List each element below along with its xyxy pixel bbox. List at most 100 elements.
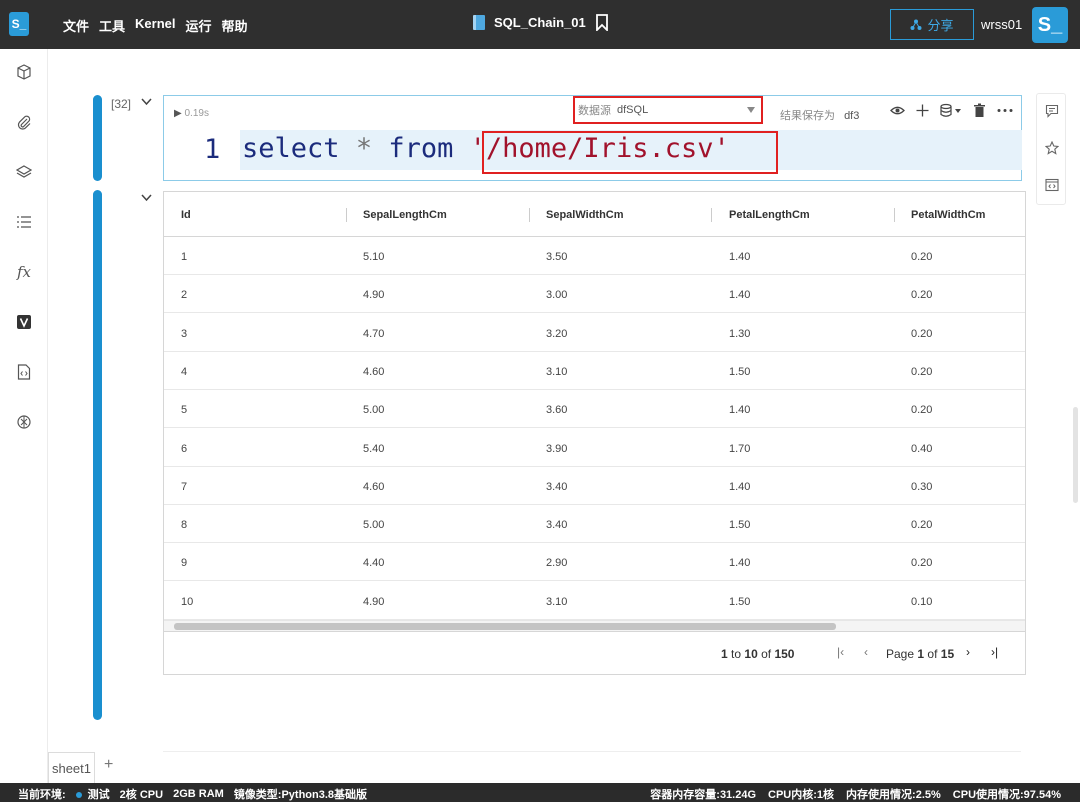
table-cell: 1.40 [729, 289, 751, 302]
save-result-as[interactable]: 结果保存为 df3 [780, 107, 859, 123]
table-cell: 1 [181, 251, 188, 263]
cell-focus-bar[interactable] [93, 95, 102, 181]
app-logo[interactable]: S_ [9, 12, 29, 36]
table-row[interactable]: 2 4.90 3.00 1.40 0.20 [164, 275, 1025, 314]
table-row[interactable]: 8 5.00 3.40 1.50 0.20 [164, 505, 1025, 544]
env-value-area[interactable]: 测试 [75, 786, 110, 802]
result-table: Id SepalLengthCm SepalWidthCm PetalLengt… [163, 191, 1026, 675]
range-of-text: of [761, 647, 772, 661]
collapse-input-chevron-icon[interactable] [141, 95, 152, 109]
menu-tools[interactable]: 工具 [99, 16, 125, 35]
left-sidebar: fx [0, 49, 48, 783]
eye-icon[interactable] [890, 103, 905, 118]
delete-icon[interactable] [973, 103, 986, 118]
output-focus-bar[interactable] [93, 190, 102, 720]
column-header[interactable]: SepalLengthCm [363, 209, 447, 221]
table-row[interactable]: 7 4.60 3.40 1.40 0.30 [164, 467, 1025, 505]
table-cell: 3 [181, 327, 188, 340]
v-icon[interactable] [14, 312, 34, 332]
function-icon[interactable]: fx [14, 262, 34, 282]
column-header[interactable]: PetalWidthCm [911, 209, 985, 221]
add-sheet-button[interactable]: + [104, 756, 113, 774]
line-number: 1 [204, 134, 221, 165]
column-header[interactable]: SepalWidthCm [546, 209, 624, 221]
memory-usage: 内存使用情况:2.5% [846, 789, 941, 801]
column-header[interactable]: Id [181, 209, 191, 221]
horizontal-scrollbar[interactable] [164, 620, 1025, 631]
next-page-icon[interactable]: › [966, 645, 970, 659]
list-icon[interactable] [14, 212, 34, 232]
collapse-output-chevron-icon[interactable] [141, 191, 152, 205]
star-icon[interactable] [1044, 140, 1060, 157]
main-menu: 文件 工具 Kernel 运行 帮助 [63, 16, 248, 35]
share-label: 分享 [927, 18, 954, 33]
table-row[interactable]: 1 5.10 3.50 1.40 0.20 [164, 237, 1025, 275]
menu-run[interactable]: 运行 [186, 16, 212, 35]
column-divider[interactable] [529, 208, 530, 222]
layers-icon[interactable] [14, 162, 34, 182]
dropdown-caret-icon [747, 107, 755, 113]
add-icon[interactable] [916, 103, 929, 118]
table-cell: 0.20 [911, 327, 933, 340]
table-cell: 4.70 [363, 327, 385, 340]
table-row[interactable]: 5 5.00 3.60 1.40 0.20 [164, 390, 1025, 429]
cube-icon[interactable] [14, 62, 34, 82]
divider [163, 751, 1021, 752]
table-row[interactable]: 3 4.70 3.20 1.30 0.20 [164, 314, 1025, 352]
code-file-icon[interactable] [14, 362, 34, 382]
column-divider[interactable] [894, 208, 895, 222]
first-page-icon[interactable]: |‹ [837, 645, 844, 659]
database-dropdown-icon[interactable] [940, 103, 962, 118]
column-divider[interactable] [711, 208, 712, 222]
code-embed-icon[interactable] [1044, 178, 1060, 194]
bookmark-icon[interactable] [595, 14, 609, 31]
ram-spec: 2GB RAM [173, 788, 224, 800]
status-right: 容器内存容量:31.24G CPU内核:1核 内存使用情况:2.5% CPU使用… [650, 786, 1061, 802]
datasource-label: 数据源 [578, 105, 611, 117]
code-keyword-select: select [242, 133, 340, 164]
prev-page-icon[interactable]: ‹ [864, 645, 868, 659]
table-cell: 3.60 [546, 404, 568, 417]
table-row[interactable]: 4 4.60 3.10 1.50 0.20 [164, 352, 1025, 390]
table-cell: 3.40 [546, 519, 568, 532]
share-button[interactable]: 分享 [890, 9, 974, 40]
page-scrollbar[interactable] [1073, 407, 1078, 503]
table-cell: 7 [181, 480, 188, 493]
table-cell: 0.40 [911, 442, 933, 455]
table-cell: 0.20 [911, 365, 933, 378]
menu-file[interactable]: 文件 [63, 16, 89, 35]
document-title[interactable]: SQL_Chain_01 [494, 15, 586, 30]
scrollbar-thumb[interactable] [174, 623, 836, 630]
last-page-icon[interactable]: ›| [991, 645, 998, 659]
table-cell: 0.10 [911, 595, 933, 608]
table-cell: 1.40 [729, 251, 751, 263]
sheet-tab[interactable]: sheet1 [48, 752, 95, 783]
container-memory: 容器内存容量:31.24G [650, 789, 757, 801]
top-bar: S_ 文件 工具 Kernel 运行 帮助 SQL_Chain_01 分享 wr… [0, 0, 1080, 49]
table-cell: 4.60 [363, 365, 385, 378]
paperclip-icon[interactable] [14, 112, 34, 132]
more-icon[interactable] [997, 103, 1013, 118]
user-name[interactable]: wrss01 [981, 17, 1022, 32]
column-header[interactable]: PetalLengthCm [729, 209, 810, 221]
execution-count: [32] [111, 97, 132, 111]
comment-icon[interactable] [1044, 104, 1060, 120]
run-triangle-icon[interactable]: ▶ [174, 108, 182, 119]
column-divider[interactable] [346, 208, 347, 222]
current-page: 1 [917, 647, 925, 661]
code-cell[interactable]: ▶ 0.19s 数据源 dfSQL 结果保存为 df3 1 select * f… [163, 95, 1022, 181]
table-row[interactable]: 9 4.40 2.90 1.40 0.20 [164, 543, 1025, 582]
datasource-select[interactable]: 数据源 dfSQL [573, 96, 763, 124]
table-cell: 1.50 [729, 595, 751, 608]
table-row[interactable]: 6 5.40 3.90 1.70 0.40 [164, 429, 1025, 467]
openai-icon[interactable] [14, 412, 34, 432]
table-cell: 3.20 [546, 327, 568, 340]
status-bar: 当前环境: 测试 2核 CPU 2GB RAM 镜像类型:Python3.8基础… [0, 783, 1080, 802]
table-cell: 0.20 [911, 251, 933, 263]
cpu-usage: CPU使用情况:97.54% [952, 789, 1061, 801]
menu-kernel[interactable]: Kernel [135, 16, 175, 35]
env-value: 测试 [87, 789, 110, 801]
table-row[interactable]: 10 4.90 3.10 1.50 0.10 [164, 582, 1025, 620]
avatar[interactable]: S_ [1032, 7, 1068, 43]
menu-help[interactable]: 帮助 [222, 16, 248, 35]
